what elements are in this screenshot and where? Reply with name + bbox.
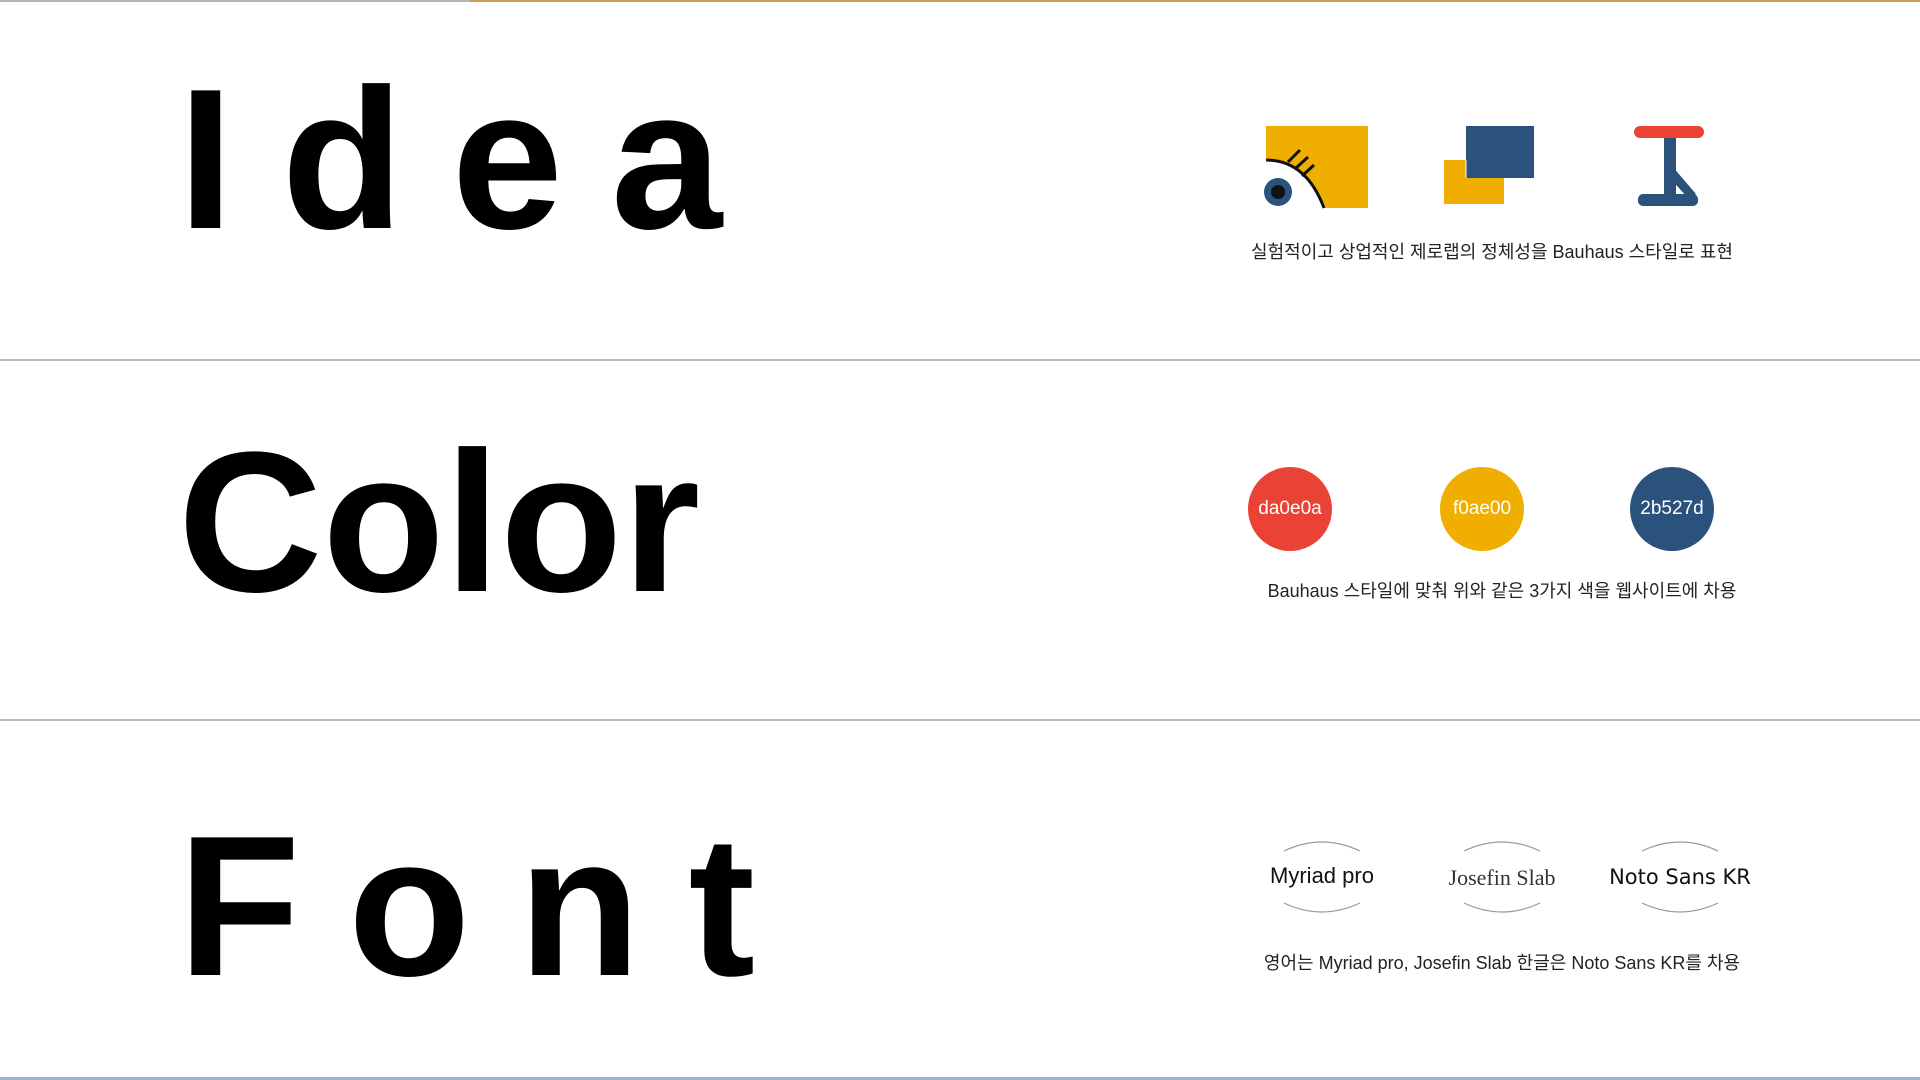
idea-title: Idea bbox=[178, 48, 771, 271]
overlapping-squares-icon bbox=[1444, 120, 1564, 230]
color-caption: Bauhaus 스타일에 맞춰 위와 같은 3가지 색을 웹사이트에 차용 bbox=[1267, 581, 1737, 601]
font-caption: 영어는 Myriad pro, Josefin Slab 한글은 Noto Sa… bbox=[1263, 953, 1741, 973]
swatch-blue: 2b527d bbox=[1630, 467, 1714, 551]
swatch-yellow: f0ae00 bbox=[1440, 467, 1524, 551]
i-beam-figure-icon bbox=[1632, 120, 1752, 230]
color-section: Color da0e0a f0ae00 2b527d Bauhaus 스타일에 … bbox=[0, 361, 1920, 719]
swatch-red: da0e0a bbox=[1248, 467, 1332, 551]
idea-caption: 실험적이고 상업적인 제로랩의 정체성을 Bauhaus 스타일로 표현 bbox=[1251, 242, 1733, 262]
eye-square-icon bbox=[1248, 120, 1372, 230]
font-title: Font bbox=[178, 795, 804, 1018]
font-name-myriad: Myriad pro bbox=[1270, 863, 1374, 888]
font-name-noto: Noto Sans KR bbox=[1609, 865, 1751, 889]
color-title: Color bbox=[178, 411, 701, 634]
font-section: Font Myriad pro Josefin Slab Noto Sans K… bbox=[0, 721, 1920, 1079]
font-name-josefin: Josefin Slab bbox=[1448, 865, 1556, 890]
idea-section: Idea 실험적이고 상업적인 제로랩의 정체성을 Bauhaus 스타일로 표… bbox=[0, 0, 1920, 358]
